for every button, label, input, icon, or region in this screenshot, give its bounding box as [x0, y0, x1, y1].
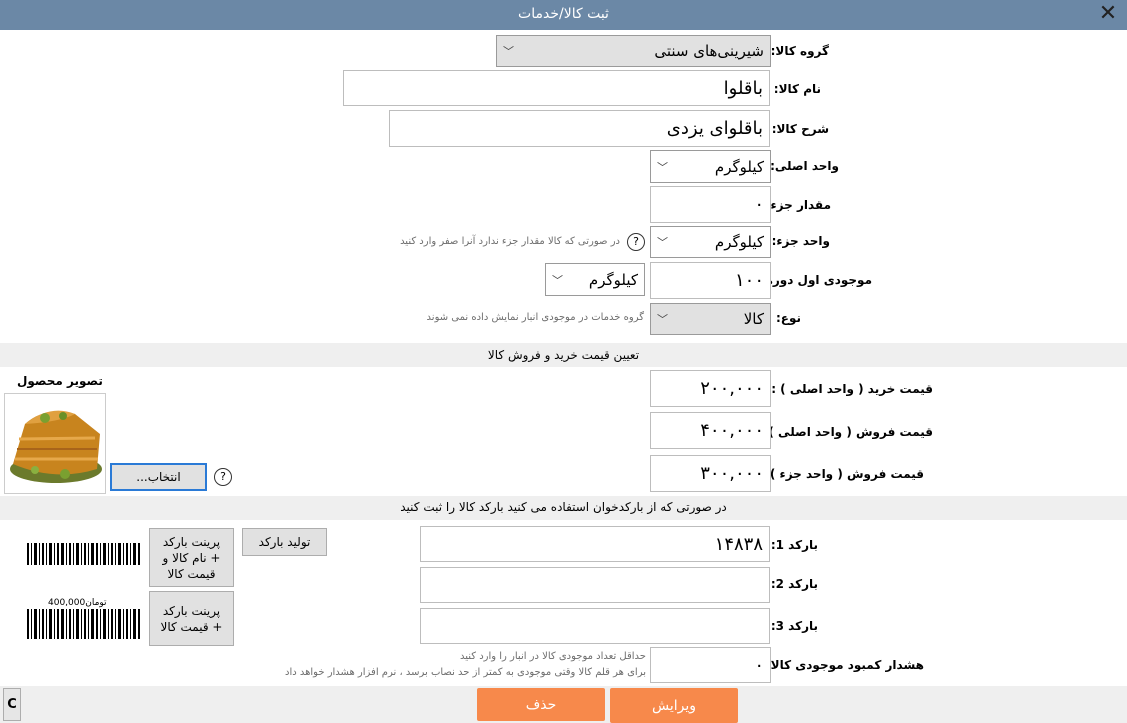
edit-button[interactable]: ویرایش — [610, 688, 738, 723]
stock-alert-input[interactable]: ۰ — [650, 647, 771, 683]
opening-stock-label: موجودی اول دوره: — [760, 273, 872, 287]
chevron-down-icon: ﹀ — [657, 313, 668, 326]
type-select[interactable]: کالا ﹀ — [650, 303, 771, 335]
part-amount-input[interactable]: ۰ — [650, 186, 771, 223]
generate-barcode-button[interactable]: تولید بارکد — [242, 528, 327, 556]
print-barcode-name-price-button[interactable]: پرینت بارکد + نام کالا و قیمت کالا — [149, 528, 234, 587]
type-value: کالا — [743, 310, 764, 328]
part-unit-hint: در صورتی که کالا مقدار جزء ندارد آنرا صف… — [400, 236, 620, 247]
main-unit-value: کیلوگرم — [714, 157, 764, 176]
barcode2-label: بارکد 2: — [770, 577, 818, 591]
part-unit-value: کیلوگرم — [714, 233, 764, 251]
part-unit-select[interactable]: کیلوگرم ﹀ — [650, 226, 771, 258]
barcode2-input[interactable] — [420, 567, 770, 603]
desc-label: شرح کالا: — [771, 122, 829, 136]
opening-stock-unit-value: کیلوگرم — [588, 270, 638, 289]
barcode1-input[interactable]: ۱۴۸۳۸ — [420, 526, 770, 562]
product-image-label: تصویر محصول — [17, 374, 103, 388]
part-unit-label: واحد جزء: — [771, 234, 830, 248]
print-barcode-price-button[interactable]: پرینت بارکد + قیمت کالا — [149, 591, 234, 646]
window-title: ثبت کالا/خدمات — [0, 0, 1127, 30]
chevron-down-icon: ﹀ — [657, 236, 668, 249]
buy-price-input[interactable]: ۲۰۰,۰۰۰ — [650, 370, 771, 407]
barcode3-input[interactable] — [420, 608, 770, 644]
chevron-down-icon: ﹀ — [657, 160, 668, 174]
main-unit-label: واحد اصلی: — [770, 159, 839, 173]
pricing-section-title: تعیین قیمت خرید و فروش کالا — [0, 343, 1127, 367]
part-amount-label: مقدار جزء: — [765, 198, 831, 212]
buy-price-label: قیمت خرید ( واحد اصلی ) : — [771, 382, 933, 396]
group-select[interactable]: شیرینی‌های سنتی ﹀ — [496, 35, 771, 67]
sell-main-price-input[interactable]: ۴۰۰,۰۰۰ — [650, 412, 771, 449]
help-icon[interactable]: ? — [627, 233, 645, 251]
chevron-down-icon: ﹀ — [503, 45, 514, 58]
name-label: نام کالا: — [773, 82, 821, 96]
sell-part-price-label: قیمت فروش ( واحد جزء ) : — [760, 467, 924, 481]
stock-alert-hint-2: برای هر قلم کالا وقتی موجودی به کمتر از … — [285, 667, 646, 678]
sell-part-price-input[interactable]: ۳۰۰,۰۰۰ — [650, 455, 771, 492]
stock-alert-hint-1: حداقل تعداد موجودی کالا در انبار را وارد… — [459, 651, 646, 662]
product-image — [4, 393, 106, 494]
barcode3-label: بارکد 3: — [770, 619, 818, 633]
help-icon[interactable]: ? — [214, 468, 232, 486]
group-label: گروه کالا: — [770, 44, 829, 58]
group-value: شیرینی‌های سنتی — [654, 42, 764, 60]
sell-main-price-label: قیمت فروش ( واحد اصلی ) : — [759, 425, 933, 439]
barcode-preview-price-bars — [27, 609, 140, 639]
opening-stock-unit-select[interactable]: کیلوگرم ﹀ — [545, 263, 645, 296]
desc-input[interactable]: باقلوای یزدی — [389, 110, 770, 147]
name-input[interactable]: باقلوا — [343, 70, 770, 106]
delete-button[interactable]: حذف — [477, 688, 605, 721]
stock-alert-label: هشدار کمبود موجودی کالا: — [765, 658, 924, 672]
barcode-preview-name-price — [27, 543, 140, 565]
barcode-preview-price: تومان400,000 — [48, 598, 107, 608]
close-icon[interactable]: ✕ — [1093, 0, 1123, 30]
choose-image-button[interactable]: انتخاب... — [110, 463, 207, 491]
opening-stock-input[interactable]: ۱۰۰ — [650, 262, 771, 299]
type-hint: گروه خدمات در موجودی انبار نمایش داده نم… — [426, 312, 644, 323]
type-label: نوع: — [775, 311, 801, 325]
barcode-section-title: در صورتی که از بارکدخوان استفاده می کنید… — [0, 496, 1127, 520]
c-button[interactable]: C — [3, 688, 21, 721]
main-unit-select[interactable]: کیلوگرم ﹀ — [650, 150, 771, 183]
barcode1-label: بارکد 1: — [770, 538, 818, 552]
chevron-down-icon: ﹀ — [552, 273, 563, 287]
